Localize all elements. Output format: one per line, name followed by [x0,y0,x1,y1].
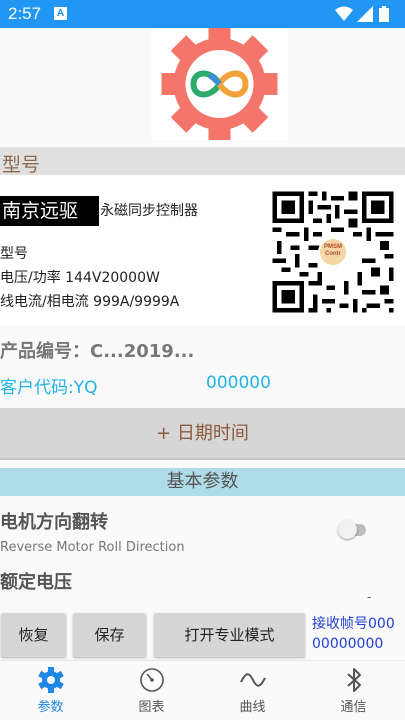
save-button[interactable]: 保存 [73,613,146,657]
toggle-thumb [338,520,357,539]
gauge-icon [140,668,164,692]
params-section-header: 基本参数 [0,468,405,496]
app-screen: 2:57 A 型号 南京远驱 永磁同步控制器 型号 电压/功率 144V2000… [0,0,405,720]
customer-code: 客户代码:YQ [0,378,98,398]
voltage-power: 电压/功率 144V20000W [0,270,160,286]
battery-icon [379,6,389,22]
reverse-direction-toggle[interactable] [338,520,366,539]
param-subtitle-reverse-direction: Reverse Motor Roll Direction [0,540,185,555]
app-logo [151,26,288,142]
customer-code-value: 000000 [206,373,271,393]
status-bar: 2:57 A [0,0,405,28]
bluetooth-icon [347,668,361,692]
current-spec: 线电流/相电流 999A/9999A [0,294,180,310]
nav-label: 曲线 [239,700,266,715]
gear-icon [38,667,64,693]
nav-label: 参数 [37,700,64,715]
nav-item-curve[interactable]: 曲线 [202,660,303,720]
product-description: 永磁同步控制器 [100,203,198,219]
app-notification-icon: A [54,7,67,20]
nav-item-params[interactable]: 参数 [0,660,101,720]
nav-item-comms[interactable]: 通信 [303,660,404,720]
nav-label: 图表 [138,700,165,715]
param-title-reverse-direction: 电机方向翻转 [0,512,108,533]
model-label: 型号 [0,246,28,262]
nav-label: 通信 [340,700,367,715]
param-title-rated-voltage: 额定电压 [0,572,72,593]
brand-name: 南京远驱 [0,196,99,226]
status-time: 2:57 [8,4,42,23]
restore-button[interactable]: 恢复 [1,613,66,657]
section-title: 型号 [2,154,41,176]
section-header-model: 型号 [0,147,405,177]
signal-icon [357,6,373,22]
nav-item-chart[interactable]: 图表 [101,660,202,720]
pro-mode-button[interactable]: 打开专业模式 [154,613,305,657]
status-indicators [335,6,395,22]
wifi-icon [335,6,353,21]
gear-logo-icon [161,26,278,142]
qr-badge: PMSM Contr [318,237,348,267]
receive-frame-count: 接收帧号000 00000000 [312,616,395,652]
value-dash: - [367,590,372,604]
wave-icon [240,673,266,687]
product-number: 产品编号：C...2019... [0,341,195,362]
date-time-button[interactable]: + 日期时间 [0,408,405,460]
